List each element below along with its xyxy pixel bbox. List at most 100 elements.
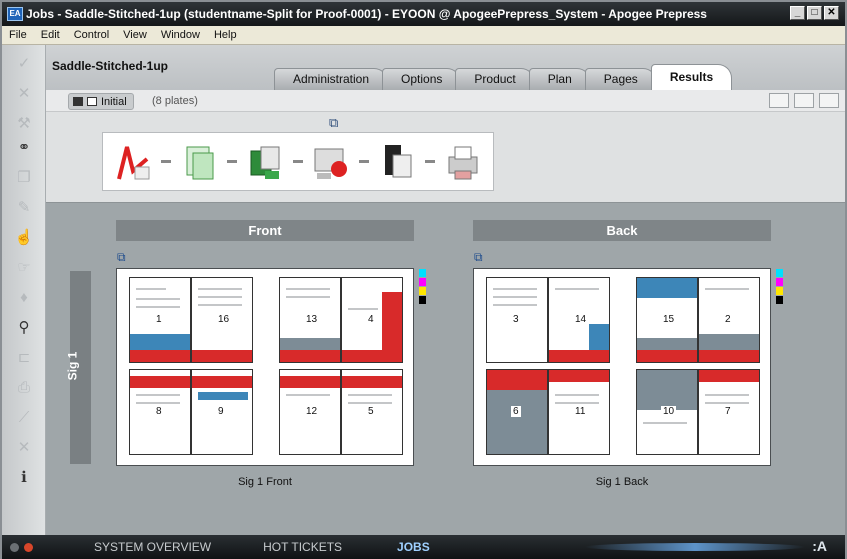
menu-file[interactable]: File xyxy=(2,29,34,41)
page-number: 12 xyxy=(304,406,320,417)
job-header: Saddle-Stitched-1up Administration Optio… xyxy=(46,45,845,90)
status-dot xyxy=(10,542,19,552)
maximize-button[interactable]: □ xyxy=(807,6,822,20)
page-thumbnail[interactable]: 3 xyxy=(486,277,548,363)
tab-options[interactable]: Options xyxy=(382,68,462,90)
menu-edit[interactable]: Edit xyxy=(34,29,67,41)
back-sheet-preview[interactable]: 3 14 15 2 6 11 10 7 xyxy=(473,268,783,466)
compare-icon[interactable] xyxy=(769,93,789,108)
cyan-swatch xyxy=(419,269,426,277)
app-icon: EA xyxy=(7,7,23,21)
results-toolbar: Initial (8 plates) xyxy=(46,90,845,112)
page-number: 5 xyxy=(366,406,376,417)
magenta-swatch xyxy=(419,278,426,286)
page-thumbnail[interactable]: 14 xyxy=(548,277,610,363)
proof-step-icon[interactable] xyxy=(311,141,351,183)
page-thumbnail[interactable]: 13 xyxy=(279,277,341,363)
tab-product[interactable]: Product xyxy=(455,68,535,90)
close-small-icon[interactable]: ✕ xyxy=(14,437,34,457)
copy-icon[interactable]: ❐ xyxy=(14,167,34,187)
page-thumbnail[interactable]: 5 xyxy=(341,369,403,455)
page-number: 8 xyxy=(154,406,164,417)
close-button[interactable]: ✕ xyxy=(824,6,839,20)
black-swatch xyxy=(776,296,783,304)
approve-icon[interactable]: ✓ xyxy=(14,53,34,73)
back-sheet-caption: Sig 1 Back xyxy=(595,476,649,488)
list-layout-icon[interactable] xyxy=(794,93,814,108)
split-layout-icon[interactable] xyxy=(819,93,839,108)
pdf-step-icon[interactable] xyxy=(113,141,153,183)
page-number: 4 xyxy=(366,314,376,325)
page-thumbnail[interactable]: 12 xyxy=(279,369,341,455)
menu-control[interactable]: Control xyxy=(67,29,116,41)
brand-logo: :A xyxy=(812,538,827,554)
pin-icon[interactable]: ⚲ xyxy=(14,317,34,337)
left-toolbar: ✓ ✕ ⚒ ⚭ ❐ ✎ ☝ ☞ ♦ ⚲ ⊏ ⎙ ⟋ ✕ ℹ xyxy=(2,45,46,535)
bracket-icon[interactable]: ⊏ xyxy=(14,347,34,367)
page-thumbnail[interactable]: 4 xyxy=(341,277,403,363)
imposition-step-icon[interactable] xyxy=(245,141,285,183)
page-thumbnail[interactable]: 6 xyxy=(486,369,548,455)
page-number: 7 xyxy=(723,406,733,417)
page-number: 1 xyxy=(154,314,164,325)
pointer-icon[interactable]: ☞ xyxy=(14,257,34,277)
tools-icon[interactable]: ⚒ xyxy=(14,113,34,133)
nav-system-overview[interactable]: SYSTEM OVERVIEW xyxy=(94,540,211,554)
menu-view[interactable]: View xyxy=(116,29,154,41)
page-thumbnail[interactable]: 11 xyxy=(548,369,610,455)
workflow-steps xyxy=(102,132,494,191)
hand-icon[interactable]: ☝ xyxy=(14,227,34,247)
menu-help[interactable]: Help xyxy=(207,29,244,41)
black-swatch xyxy=(419,296,426,304)
menu-window[interactable]: Window xyxy=(154,29,207,41)
signature-bar[interactable]: Sig 1 xyxy=(65,271,91,464)
signature-label: Sig 1 xyxy=(65,351,80,381)
page-number: 9 xyxy=(216,406,226,417)
nav-jobs[interactable]: JOBS xyxy=(397,540,430,554)
title-bar[interactable]: EA Jobs - Saddle-Stitched-1up (studentna… xyxy=(2,2,845,26)
drop-icon[interactable]: ♦ xyxy=(14,287,34,307)
initial-view-button[interactable]: Initial xyxy=(68,93,134,110)
front-sheet-preview[interactable]: 1 16 13 4 8 9 12 5 xyxy=(116,268,426,466)
initial-label: Initial xyxy=(101,95,127,108)
delete-icon[interactable]: ✕ xyxy=(14,83,34,103)
link-icon[interactable]: ⚭ xyxy=(14,137,34,157)
tab-administration[interactable]: Administration xyxy=(274,68,389,90)
page-number: 3 xyxy=(511,314,521,325)
info-icon[interactable]: ℹ xyxy=(14,467,34,487)
page-thumbnail[interactable]: 16 xyxy=(191,277,253,363)
tab-plan[interactable]: Plan xyxy=(528,68,591,90)
brush-icon[interactable]: ⟋ xyxy=(14,407,34,427)
tab-strip: Administration Options Product Plan Page… xyxy=(274,64,733,90)
grid-view-icon xyxy=(87,97,97,106)
render-step-icon[interactable] xyxy=(377,141,417,183)
plates-count: (8 plates) xyxy=(152,95,198,107)
page-number: 6 xyxy=(511,406,521,417)
page-thumbnail[interactable]: 7 xyxy=(698,369,760,455)
page-thumbnail[interactable]: 8 xyxy=(129,369,191,455)
back-stack-icon[interactable]: ⧉ xyxy=(474,250,488,264)
results-view: Sig 1 Front Back ⧉ ⧉ 1 16 13 4 8 9 12 5 … xyxy=(46,202,845,535)
minimize-button[interactable]: _ xyxy=(790,6,805,20)
printer-icon[interactable]: ⎙ xyxy=(14,377,34,397)
front-sheet-caption: Sig 1 Front xyxy=(238,476,292,488)
front-stack-icon[interactable]: ⧉ xyxy=(117,250,131,264)
page-thumbnail[interactable]: 15 xyxy=(636,277,698,363)
brand-swoosh xyxy=(585,543,805,551)
page-number: 10 xyxy=(661,406,677,417)
page-thumbnail[interactable]: 1 xyxy=(129,277,191,363)
nav-hot-tickets[interactable]: HOT TICKETS xyxy=(263,540,342,554)
prepare-step-icon[interactable] xyxy=(179,141,219,183)
page-number: 13 xyxy=(304,314,320,325)
output-step-icon[interactable] xyxy=(443,141,483,183)
window-title: Jobs - Saddle-Stitched-1up (studentname-… xyxy=(26,7,707,21)
front-header: Front xyxy=(116,220,414,241)
tab-pages[interactable]: Pages xyxy=(584,68,657,90)
page-thumbnail[interactable]: 2 xyxy=(698,277,760,363)
page-thumbnail[interactable]: 9 xyxy=(191,369,253,455)
page-thumbnail[interactable]: 10 xyxy=(636,369,698,455)
alert-dot[interactable] xyxy=(24,542,33,552)
edit-icon[interactable]: ✎ xyxy=(14,197,34,217)
tab-results[interactable]: Results xyxy=(650,64,733,90)
yellow-swatch xyxy=(419,287,426,295)
